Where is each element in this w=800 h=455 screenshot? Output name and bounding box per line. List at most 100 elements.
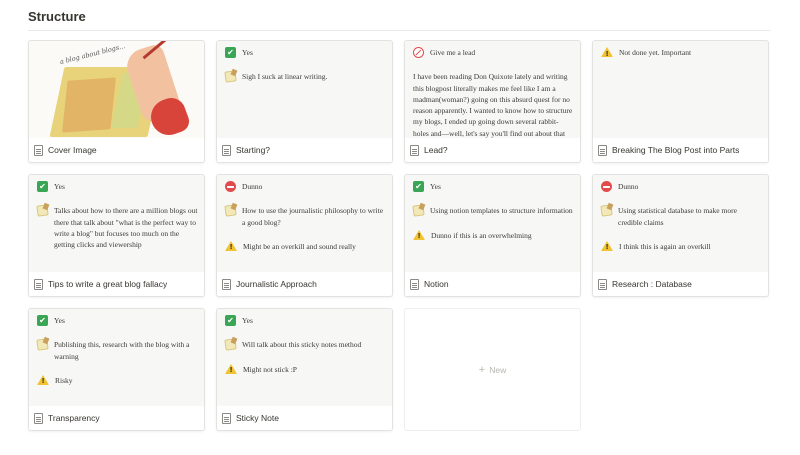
preview-line: ✔ Yes — [225, 315, 386, 326]
card-preview-content: ✔ Yes Talks about how to there are a milli… — [36, 181, 198, 263]
gallery-card-starting[interactable]: ✔ Yes Sigh I suck at linear writing. Starti… — [216, 40, 393, 163]
new-card-button[interactable]: + New — [404, 308, 581, 431]
card-preview-content: ✔ Yes Sigh I suck at linear writing. — [224, 47, 386, 96]
memo-icon — [224, 338, 237, 351]
preview-line: Not done yet. Important — [601, 47, 762, 59]
board-title: Structure — [28, 9, 86, 24]
gallery-card-sticky-note[interactable]: ✔ Yes Will talk about this sticky notes me… — [216, 308, 393, 431]
preview-text: Talks about how to there are a million b… — [54, 206, 198, 249]
preview-line: Dunno — [601, 181, 762, 192]
page-icon — [598, 144, 607, 156]
page-icon — [34, 278, 43, 290]
prohibited-icon — [413, 47, 424, 58]
card-footer: Notion — [405, 272, 580, 296]
preview-text: Dunno — [618, 182, 639, 191]
preview-line: Dunno — [225, 181, 386, 192]
card-footer: Cover Image — [29, 138, 204, 162]
warning-icon — [225, 363, 237, 376]
card-preview-content: ✔ Yes Using notion templates to structure … — [412, 181, 574, 254]
preview-text: Publishing this, research with the blog … — [54, 340, 190, 361]
card-preview: ✔ Yes Publishing this, research with the b… — [29, 309, 204, 408]
preview-text: Using statistical database to make more … — [618, 206, 737, 227]
gallery-card-journalistic-approach[interactable]: Dunno How to use the journalistic philoso… — [216, 174, 393, 297]
warning-icon — [601, 47, 613, 59]
preview-text: Sigh I suck at linear writing. — [242, 72, 328, 82]
card-preview: ✔ Yes Will talk about this sticky notes me… — [217, 309, 392, 408]
card-title: Lead? — [424, 145, 448, 155]
preview-text: Will talk about this sticky notes method — [242, 340, 362, 350]
card-title: Notion — [424, 279, 449, 289]
preview-text: Not done yet. Important — [619, 48, 692, 57]
card-preview: Dunno Using statistical database to make … — [593, 175, 768, 274]
gallery-card-notion[interactable]: ✔ Yes Using notion templates to structure … — [404, 174, 581, 297]
card-preview: ✔ Yes Talks about how to there are a milli… — [29, 175, 204, 274]
preview-text: Risky — [55, 375, 73, 385]
gallery-card-research-database[interactable]: Dunno Using statistical database to make … — [592, 174, 769, 297]
preview-line: Risky — [37, 374, 198, 387]
check-icon: ✔ — [37, 315, 48, 326]
gallery-card-tips-blog-fallacy[interactable]: ✔ Yes Talks about how to there are a milli… — [28, 174, 205, 297]
page-icon — [410, 278, 419, 290]
page-icon — [34, 144, 43, 156]
preview-line: ✔ Yes — [37, 181, 198, 192]
card-footer: Sticky Note — [217, 406, 392, 430]
card-footer: Starting? — [217, 138, 392, 162]
card-preview: Give me a lead I have been reading Don Qu… — [405, 41, 580, 140]
preview-text: Might be an overkill and sound really — [243, 241, 356, 251]
page-icon — [222, 144, 231, 156]
preview-line: Give me a lead — [413, 47, 574, 58]
card-title: Cover Image — [48, 145, 97, 155]
gallery-card-cover-image[interactable]: a blog about blogs... Cover Image — [28, 40, 205, 163]
warning-icon — [413, 229, 425, 242]
check-icon: ✔ — [37, 181, 48, 192]
memo-icon — [36, 204, 49, 217]
no-entry-icon — [601, 181, 612, 192]
card-title: Journalistic Approach — [236, 279, 317, 289]
card-title: Breaking The Blog Post into Parts — [612, 145, 740, 155]
preview-text: Using notion templates to structure info… — [430, 206, 573, 216]
preview-line: Sigh I suck at linear writing. — [224, 70, 386, 83]
preview-line: Will talk about this sticky notes method — [224, 338, 386, 351]
new-card-label: New — [489, 364, 507, 375]
preview-line: ✔ Yes — [413, 181, 574, 192]
preview-text: I have been reading Don Quixote lately a… — [413, 72, 573, 138]
cover-paper-shape — [62, 77, 116, 133]
warning-icon — [37, 374, 49, 387]
preview-text: Give me a lead — [430, 48, 476, 57]
preview-line: ✔ Yes — [225, 47, 386, 58]
memo-icon — [412, 204, 425, 217]
memo-icon — [224, 70, 237, 83]
preview-text: I think this is again an overkill — [619, 241, 711, 251]
card-footer: Tips to write a great blog fallacy — [29, 272, 204, 296]
page-icon — [598, 278, 607, 290]
card-title: Tips to write a great blog fallacy — [48, 279, 168, 289]
gallery-card-transparency[interactable]: ✔ Yes Publishing this, research with the b… — [28, 308, 205, 431]
preview-text: Yes — [242, 316, 253, 325]
card-preview-content: Not done yet. Important — [601, 47, 762, 71]
page-icon — [410, 144, 419, 156]
preview-line: ✔ Yes — [37, 315, 198, 326]
no-entry-icon — [225, 181, 236, 192]
card-title: Transparency — [48, 413, 100, 423]
preview-text: Yes — [54, 182, 65, 191]
gallery-card-breaking-blog-post[interactable]: Not done yet. Important Breaking The Blog… — [592, 40, 769, 163]
memo-icon — [600, 204, 613, 217]
preview-text: Yes — [242, 48, 253, 57]
cover-scribble: a blog about blogs... — [59, 42, 126, 66]
gallery-card-lead[interactable]: Give me a lead I have been reading Don Qu… — [404, 40, 581, 163]
card-footer: Research : Database — [593, 272, 768, 296]
card-preview-content: Dunno How to use the journalistic philoso… — [224, 181, 386, 265]
preview-line: Might not stick :P — [225, 363, 386, 376]
card-footer: Lead? — [405, 138, 580, 162]
card-title: Research : Database — [612, 279, 692, 289]
card-footer: Breaking The Blog Post into Parts — [593, 138, 768, 162]
card-preview: ✔ Yes Using notion templates to structure … — [405, 175, 580, 274]
card-preview-content: Dunno Using statistical database to make … — [600, 181, 762, 265]
check-icon: ✔ — [225, 315, 236, 326]
card-footer: Journalistic Approach — [217, 272, 392, 296]
warning-icon — [225, 240, 237, 253]
check-icon: ✔ — [225, 47, 236, 58]
preview-text: Yes — [430, 182, 441, 191]
cover-image: a blog about blogs... — [29, 41, 204, 140]
preview-text: Dunno — [242, 182, 263, 191]
